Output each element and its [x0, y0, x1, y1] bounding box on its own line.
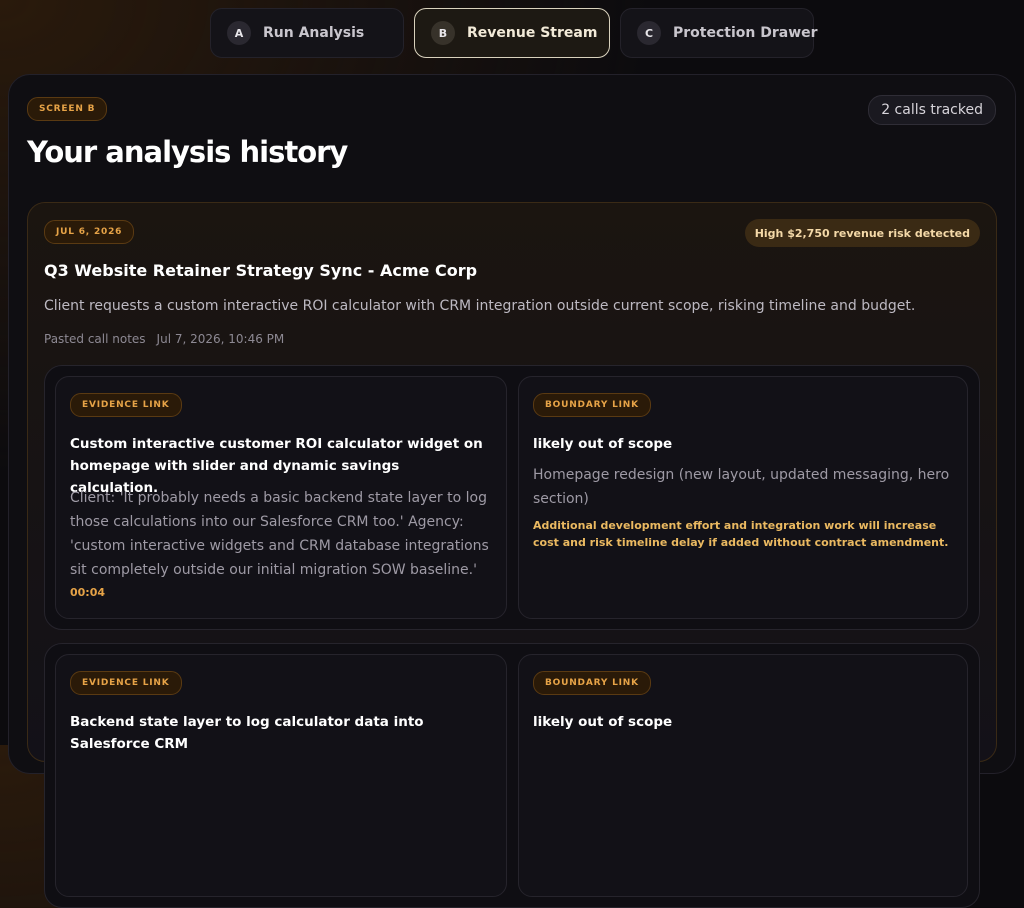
screen-tabs: A Run Analysis B Revenue Stream C Protec…: [0, 8, 1024, 58]
boundary-card[interactable]: BOUNDARY LINK likely out of scope: [518, 654, 968, 897]
tab-revenue-stream[interactable]: B Revenue Stream: [414, 8, 610, 58]
tab-run-analysis[interactable]: A Run Analysis: [210, 8, 404, 58]
call-timestamp: Jul 7, 2026, 10:46 PM: [156, 332, 285, 346]
tab-label: Protection Drawer: [673, 25, 818, 41]
boundary-impact: Additional development effort and integr…: [533, 519, 949, 549]
call-meta: Pasted call notes Jul 7, 2026, 10:46 PM: [44, 332, 284, 346]
evidence-link-badge: EVIDENCE LINK: [70, 393, 182, 417]
call-title: Q3 Website Retainer Strategy Sync - Acme…: [44, 261, 478, 280]
tab-letter-badge: B: [431, 21, 455, 45]
page-title: Your analysis history: [27, 135, 348, 169]
boundary-card[interactable]: BOUNDARY LINK likely out of scope Homepa…: [518, 376, 968, 619]
evidence-card[interactable]: EVIDENCE LINK Custom interactive custome…: [55, 376, 507, 619]
calls-tracked-badge: 2 calls tracked: [868, 95, 996, 125]
evidence-boundary-pair: EVIDENCE LINK Backend state layer to log…: [44, 643, 980, 908]
revenue-risk-badge: High $2,750 revenue risk detected: [744, 219, 980, 247]
boundary-status: likely out of scope: [533, 436, 673, 452]
analysis-card[interactable]: JUL 6, 2026 High $2,750 revenue risk det…: [27, 202, 997, 908]
source-label: Pasted call notes: [44, 332, 146, 346]
evidence-quote: Client: 'It probably needs a basic backe…: [70, 490, 489, 578]
tab-label: Revenue Stream: [467, 25, 598, 41]
tab-letter-badge: C: [637, 21, 661, 45]
evidence-card[interactable]: EVIDENCE LINK Backend state layer to log…: [55, 654, 507, 897]
tab-label: Run Analysis: [263, 25, 365, 41]
screen-badge: SCREEN B: [27, 97, 108, 121]
evidence-boundary-pair: EVIDENCE LINK Custom interactive custome…: [44, 365, 980, 630]
evidence-link-badge: EVIDENCE LINK: [70, 671, 182, 695]
tab-protection-drawer[interactable]: C Protection Drawer: [620, 8, 818, 58]
boundary-link-badge: BOUNDARY LINK: [533, 671, 651, 695]
analysis-history-panel: SCREEN B 2 calls tracked Your analysis h…: [8, 74, 1016, 908]
call-summary: Client requests a custom interactive ROI…: [44, 298, 916, 314]
evidence-title: Backend state layer to log calculator da…: [70, 714, 424, 752]
boundary-status: likely out of scope: [533, 714, 673, 730]
tab-letter-badge: A: [227, 21, 251, 45]
evidence-timecode[interactable]: 00:04: [70, 586, 105, 599]
boundary-link-badge: BOUNDARY LINK: [533, 393, 651, 417]
date-badge: JUL 6, 2026: [44, 220, 135, 244]
boundary-scope: Homepage redesign (new layout, updated m…: [533, 467, 950, 507]
